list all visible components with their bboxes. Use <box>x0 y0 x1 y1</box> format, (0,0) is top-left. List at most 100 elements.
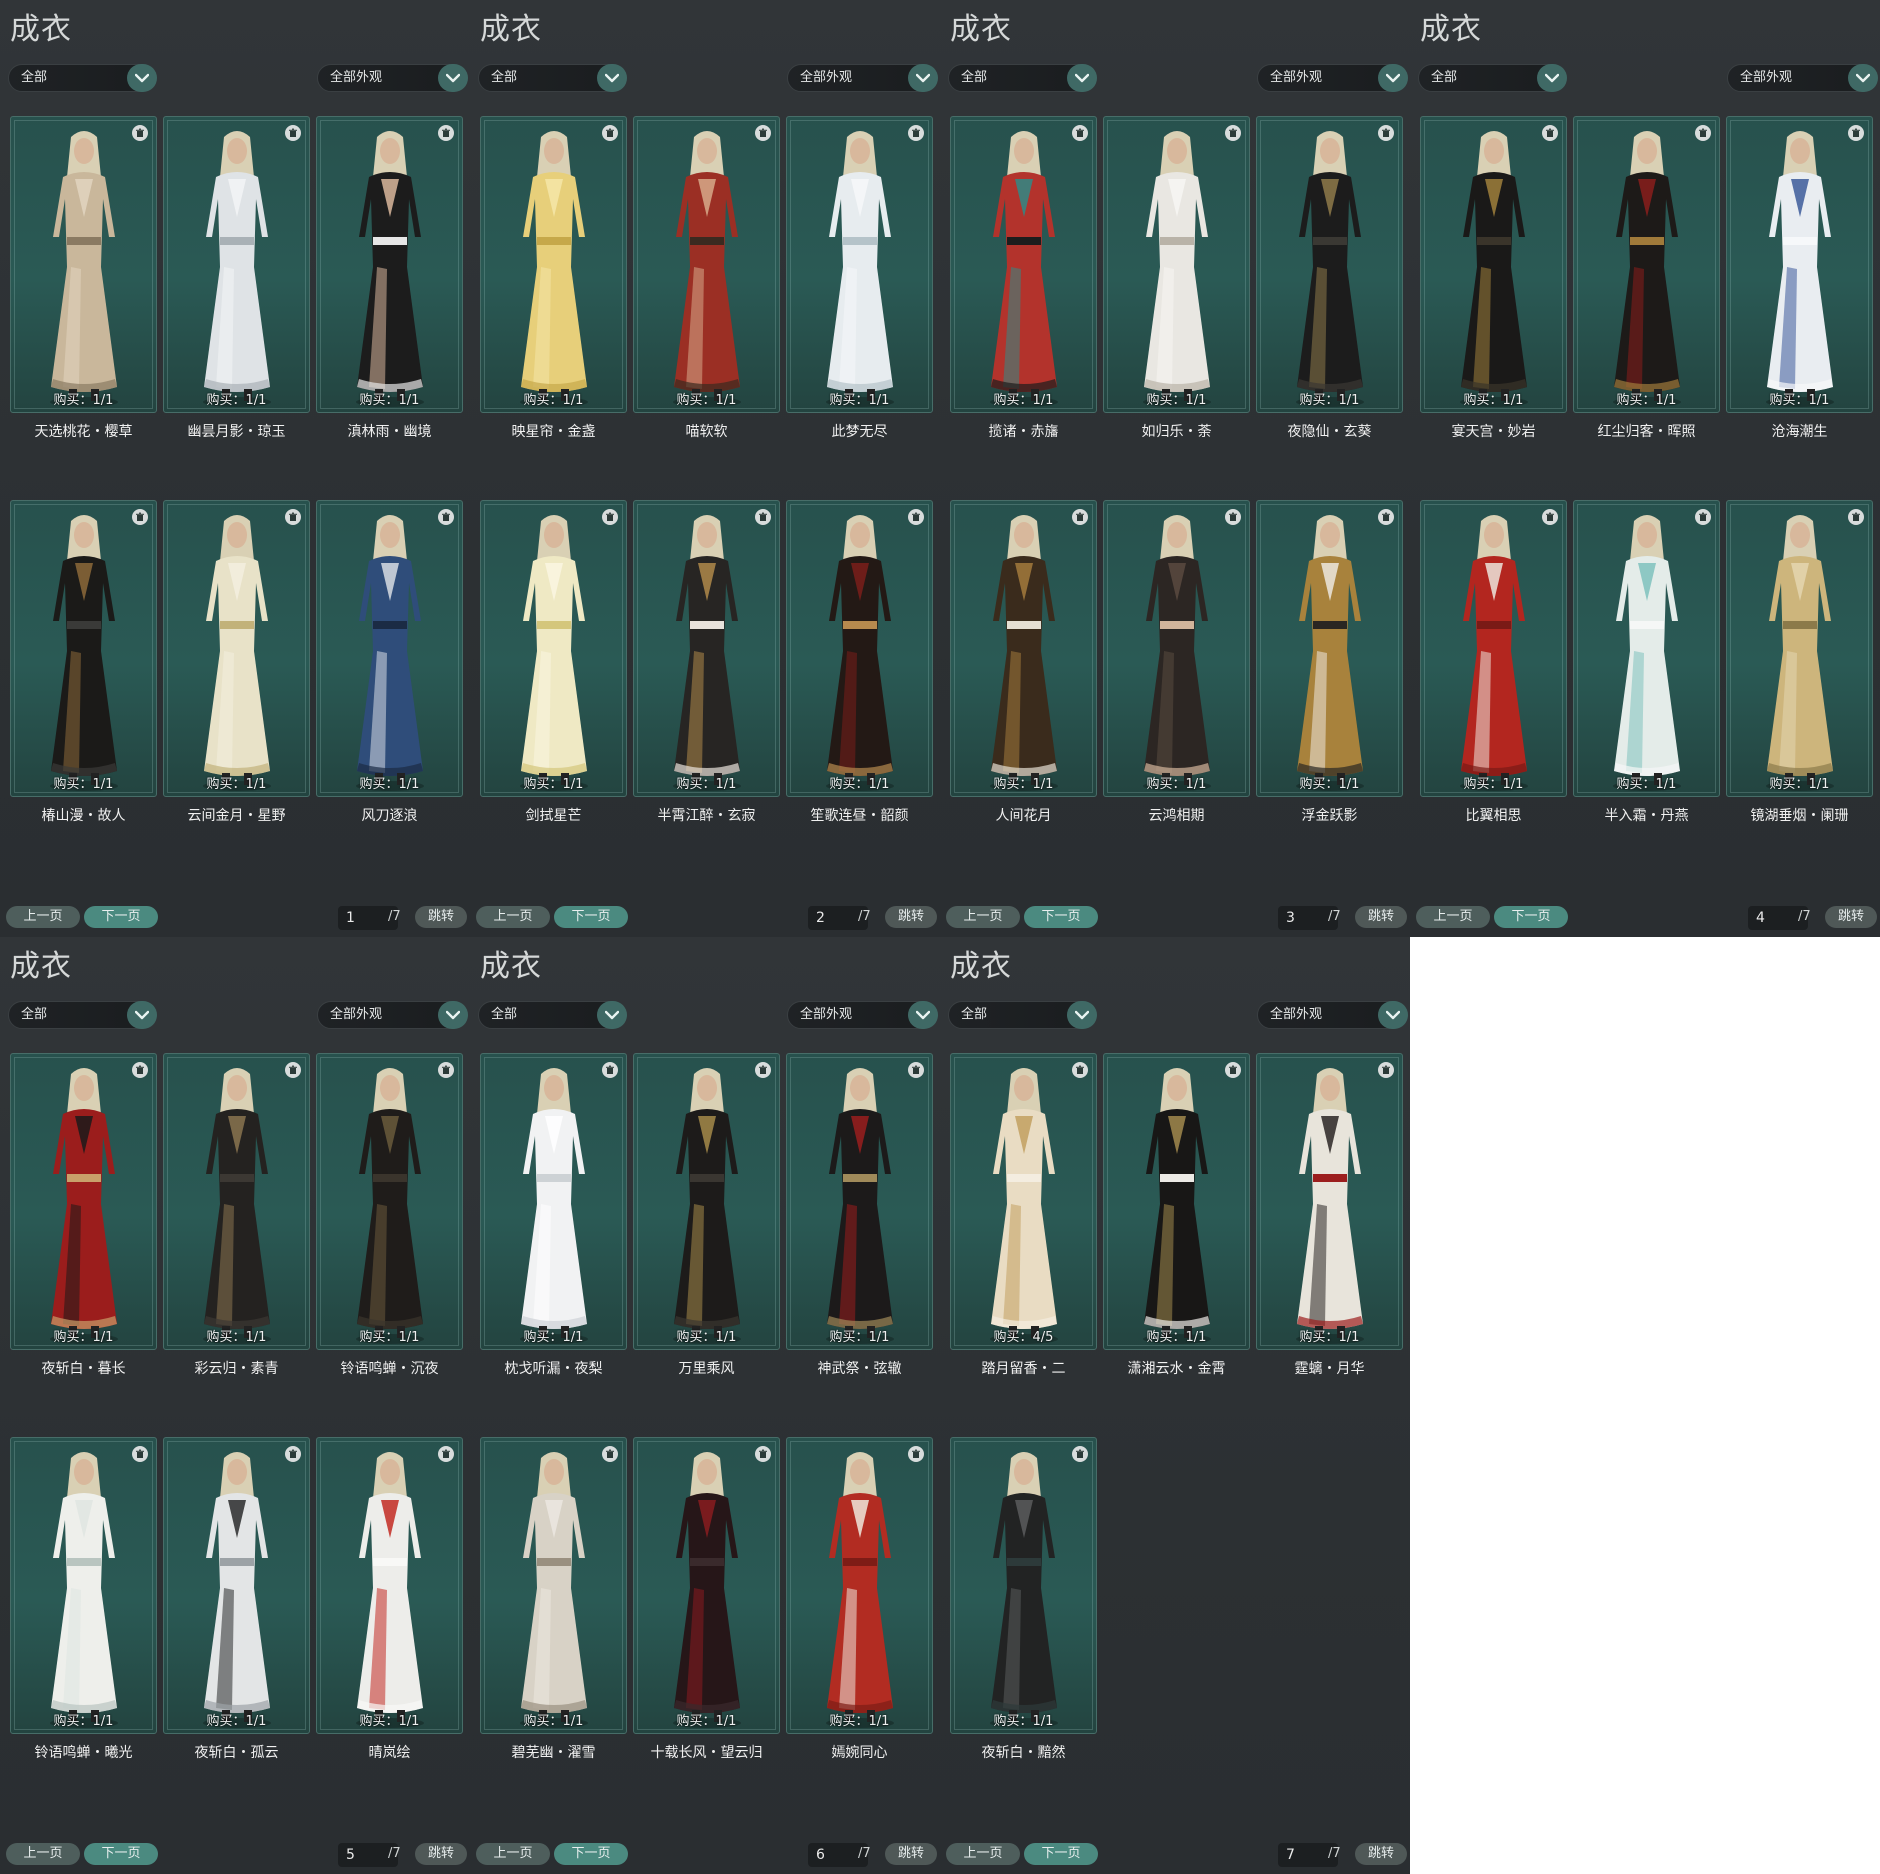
outfit-card[interactable]: 购买：1/1 <box>1103 500 1250 797</box>
trash-icon[interactable] <box>1225 125 1241 141</box>
appearance-dropdown[interactable]: 全部外观 <box>787 64 938 92</box>
outfit-card[interactable]: 购买：1/1 <box>316 500 463 797</box>
outfit-card[interactable]: 购买：1/1 <box>316 1437 463 1734</box>
jump-button[interactable]: 跳转 <box>415 1843 467 1865</box>
prev-page-button[interactable]: 上一页 <box>476 906 550 928</box>
trash-icon[interactable] <box>755 1062 771 1078</box>
outfit-card[interactable]: 购买：1/1 <box>163 1437 310 1734</box>
trash-icon[interactable] <box>1542 509 1558 525</box>
outfit-card[interactable]: 购买：1/1 <box>1256 500 1403 797</box>
trash-icon[interactable] <box>908 1062 924 1078</box>
outfit-card[interactable]: 购买：1/1 <box>480 1053 627 1350</box>
outfit-card[interactable]: 购买：1/1 <box>633 500 780 797</box>
outfit-card[interactable]: 购买：1/1 <box>1103 116 1250 413</box>
trash-icon[interactable] <box>1378 125 1394 141</box>
trash-icon[interactable] <box>438 125 454 141</box>
trash-icon[interactable] <box>1848 125 1864 141</box>
jump-button[interactable]: 跳转 <box>1355 1843 1407 1865</box>
trash-icon[interactable] <box>1072 125 1088 141</box>
prev-page-button[interactable]: 上一页 <box>476 1843 550 1865</box>
outfit-card[interactable]: 购买：1/1 <box>950 116 1097 413</box>
category-dropdown[interactable]: 全部 <box>1418 64 1567 92</box>
jump-button[interactable]: 跳转 <box>415 906 467 928</box>
trash-icon[interactable] <box>602 1062 618 1078</box>
outfit-card[interactable]: 购买：1/1 <box>316 116 463 413</box>
outfit-card[interactable]: 购买：4/5 <box>950 1053 1097 1350</box>
outfit-card[interactable]: 购买：1/1 <box>10 1437 157 1734</box>
outfit-card[interactable]: 购买：1/1 <box>10 1053 157 1350</box>
trash-icon[interactable] <box>1225 509 1241 525</box>
trash-icon[interactable] <box>755 1446 771 1462</box>
jump-button[interactable]: 跳转 <box>885 1843 937 1865</box>
trash-icon[interactable] <box>908 1446 924 1462</box>
trash-icon[interactable] <box>285 1446 301 1462</box>
next-page-button[interactable]: 下一页 <box>84 1843 158 1865</box>
outfit-card[interactable]: 购买：1/1 <box>480 116 627 413</box>
trash-icon[interactable] <box>132 1446 148 1462</box>
prev-page-button[interactable]: 上一页 <box>1416 906 1490 928</box>
trash-icon[interactable] <box>1225 1062 1241 1078</box>
trash-icon[interactable] <box>602 1446 618 1462</box>
trash-icon[interactable] <box>285 125 301 141</box>
category-dropdown[interactable]: 全部 <box>478 1001 627 1029</box>
outfit-card[interactable]: 购买：1/1 <box>950 1437 1097 1734</box>
trash-icon[interactable] <box>1695 509 1711 525</box>
outfit-card[interactable]: 购买：1/1 <box>1420 116 1567 413</box>
outfit-card[interactable]: 购买：1/1 <box>1573 500 1720 797</box>
jump-button[interactable]: 跳转 <box>885 906 937 928</box>
trash-icon[interactable] <box>1072 509 1088 525</box>
trash-icon[interactable] <box>132 125 148 141</box>
trash-icon[interactable] <box>1072 1446 1088 1462</box>
jump-button[interactable]: 跳转 <box>1355 906 1407 928</box>
category-dropdown[interactable]: 全部 <box>8 1001 157 1029</box>
jump-button[interactable]: 跳转 <box>1825 906 1877 928</box>
next-page-button[interactable]: 下一页 <box>1024 906 1098 928</box>
appearance-dropdown[interactable]: 全部外观 <box>317 64 468 92</box>
trash-icon[interactable] <box>602 509 618 525</box>
trash-icon[interactable] <box>285 1062 301 1078</box>
trash-icon[interactable] <box>438 1062 454 1078</box>
outfit-card[interactable]: 购买：1/1 <box>633 116 780 413</box>
prev-page-button[interactable]: 上一页 <box>6 906 80 928</box>
outfit-card[interactable]: 购买：1/1 <box>163 116 310 413</box>
outfit-card[interactable]: 购买：1/1 <box>1103 1053 1250 1350</box>
next-page-button[interactable]: 下一页 <box>84 906 158 928</box>
trash-icon[interactable] <box>1542 125 1558 141</box>
outfit-card[interactable]: 购买：1/1 <box>1726 116 1873 413</box>
appearance-dropdown[interactable]: 全部外观 <box>1257 1001 1408 1029</box>
outfit-card[interactable]: 购买：1/1 <box>480 1437 627 1734</box>
outfit-card[interactable]: 购买：1/1 <box>1420 500 1567 797</box>
trash-icon[interactable] <box>602 125 618 141</box>
trash-icon[interactable] <box>1072 1062 1088 1078</box>
appearance-dropdown[interactable]: 全部外观 <box>1257 64 1408 92</box>
trash-icon[interactable] <box>132 1062 148 1078</box>
outfit-card[interactable]: 购买：1/1 <box>786 1437 933 1734</box>
outfit-card[interactable]: 购买：1/1 <box>163 1053 310 1350</box>
outfit-card[interactable]: 购买：1/1 <box>316 1053 463 1350</box>
next-page-button[interactable]: 下一页 <box>554 1843 628 1865</box>
next-page-button[interactable]: 下一页 <box>1494 906 1568 928</box>
appearance-dropdown[interactable]: 全部外观 <box>1727 64 1878 92</box>
outfit-card[interactable]: 购买：1/1 <box>1256 1053 1403 1350</box>
trash-icon[interactable] <box>1848 509 1864 525</box>
trash-icon[interactable] <box>1695 125 1711 141</box>
outfit-card[interactable]: 购买：1/1 <box>786 1053 933 1350</box>
trash-icon[interactable] <box>438 509 454 525</box>
trash-icon[interactable] <box>908 125 924 141</box>
appearance-dropdown[interactable]: 全部外观 <box>317 1001 468 1029</box>
outfit-card[interactable]: 购买：1/1 <box>10 500 157 797</box>
trash-icon[interactable] <box>132 509 148 525</box>
outfit-card[interactable]: 购买：1/1 <box>1726 500 1873 797</box>
outfit-card[interactable]: 购买：1/1 <box>480 500 627 797</box>
next-page-button[interactable]: 下一页 <box>1024 1843 1098 1865</box>
prev-page-button[interactable]: 上一页 <box>6 1843 80 1865</box>
category-dropdown[interactable]: 全部 <box>948 1001 1097 1029</box>
trash-icon[interactable] <box>908 509 924 525</box>
trash-icon[interactable] <box>755 509 771 525</box>
outfit-card[interactable]: 购买：1/1 <box>10 116 157 413</box>
outfit-card[interactable]: 购买：1/1 <box>163 500 310 797</box>
outfit-card[interactable]: 购买：1/1 <box>950 500 1097 797</box>
outfit-card[interactable]: 购买：1/1 <box>633 1053 780 1350</box>
trash-icon[interactable] <box>1378 509 1394 525</box>
category-dropdown[interactable]: 全部 <box>948 64 1097 92</box>
